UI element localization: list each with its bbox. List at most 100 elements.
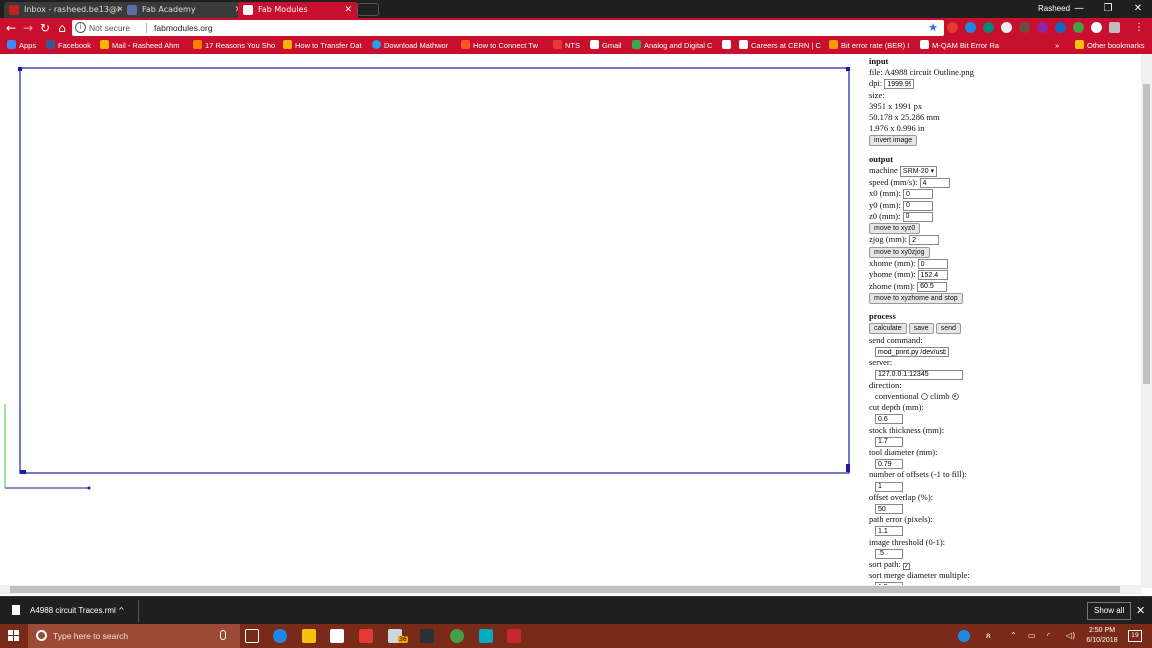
- tray-chevron-icon[interactable]: ⌃: [1010, 630, 1017, 642]
- bookmark-transfer-data[interactable]: How to Transfer Dat: [283, 38, 362, 54]
- help-icon[interactable]: [958, 630, 970, 642]
- reload-icon[interactable]: ↻: [37, 20, 53, 36]
- move-to-xy0zjog-button[interactable]: move to xy0zjog: [869, 246, 930, 258]
- taskbar-clock[interactable]: 2:50 PM 6/10/2018: [1082, 626, 1122, 646]
- wifi-icon[interactable]: ◜: [1047, 630, 1050, 642]
- app-icon[interactable]: [507, 629, 521, 643]
- address-bar[interactable]: i Not secure fabmodules.org ★: [72, 20, 944, 36]
- bookmark-blank[interactable]: [722, 38, 734, 54]
- toolpath-canvas[interactable]: [0, 54, 862, 588]
- bookmark-analog-digital[interactable]: Analog and Digital C: [632, 38, 712, 54]
- menu-dots-icon[interactable]: ⋮: [1131, 20, 1147, 36]
- vertical-scrollbar[interactable]: [1141, 54, 1152, 588]
- tab-fab-academy[interactable]: Fab Academy ✕: [122, 2, 248, 18]
- zjog-input[interactable]: [909, 235, 940, 246]
- abp-extension-icon[interactable]: [947, 22, 958, 33]
- server-input[interactable]: [875, 369, 963, 380]
- bookmark-apps[interactable]: Apps: [7, 38, 36, 54]
- cut-depth-input[interactable]: [875, 414, 903, 425]
- conventional-radio[interactable]: [921, 392, 929, 400]
- downloaded-file[interactable]: A4988 circuit Traces.rml: [30, 597, 116, 625]
- extension-icon[interactable]: [965, 22, 976, 33]
- z0-input[interactable]: [902, 211, 933, 222]
- bookmark-mathworks[interactable]: Download Mathwor: [372, 38, 448, 54]
- yhome-input[interactable]: [917, 270, 948, 281]
- microphone-icon[interactable]: [220, 630, 226, 640]
- bookmarks-more-chevron[interactable]: »: [1055, 38, 1059, 54]
- offset-overlap-input[interactable]: [875, 504, 903, 515]
- y0-input[interactable]: [903, 200, 933, 211]
- volume-icon[interactable]: ◁): [1066, 630, 1075, 642]
- bookmark-mqam[interactable]: M-QAM Bit Error Ra: [920, 38, 999, 54]
- save-button[interactable]: save: [908, 323, 934, 335]
- tab-fab-modules[interactable]: Fab Modules ✕: [238, 2, 358, 18]
- home-icon[interactable]: ⌂: [54, 20, 70, 36]
- extension-icon[interactable]: [1019, 22, 1030, 33]
- bookmark-other[interactable]: Other bookmarks: [1075, 38, 1145, 54]
- download-options-caret[interactable]: ^: [118, 597, 125, 625]
- bookmark-star-icon[interactable]: ★: [928, 20, 938, 36]
- minimize-icon[interactable]: —: [1069, 0, 1089, 18]
- notifications-icon[interactable]: 19: [1128, 630, 1142, 642]
- stock-thickness-input[interactable]: [875, 436, 903, 447]
- people-icon[interactable]: ጸ: [986, 630, 991, 642]
- url-text[interactable]: fabmodules.org: [154, 20, 213, 36]
- x0-input[interactable]: [903, 189, 933, 200]
- mail-extension-icon[interactable]: [1091, 22, 1102, 33]
- edge-icon[interactable]: [273, 629, 287, 643]
- move-to-xyz0-button[interactable]: move to xyz0: [869, 222, 921, 234]
- bookmark-mail[interactable]: Mail - Rasheed Ahm: [100, 38, 180, 54]
- bookmark-gmail[interactable]: Gmail: [590, 38, 622, 54]
- extension-icon[interactable]: [1001, 22, 1012, 33]
- task-view-icon[interactable]: [245, 629, 259, 643]
- close-icon[interactable]: ✕: [1136, 597, 1145, 625]
- bookmark-ber[interactable]: Bit error rate (BER) I: [829, 38, 909, 54]
- dpi-input[interactable]: [884, 79, 915, 90]
- offsets-input[interactable]: [875, 481, 903, 492]
- image-threshold-input[interactable]: [875, 548, 903, 559]
- forward-arrow-icon[interactable]: →: [20, 20, 36, 36]
- close-icon[interactable]: ✕: [344, 2, 352, 18]
- xhome-input[interactable]: [917, 259, 948, 270]
- chrome-icon[interactable]: [450, 629, 464, 643]
- invert-image-button[interactable]: invert image: [869, 135, 918, 147]
- show-all-button[interactable]: Show all: [1087, 602, 1132, 620]
- taskbar-search-box[interactable]: Type here to search: [28, 624, 240, 648]
- info-icon[interactable]: i: [75, 22, 86, 33]
- zhome-input[interactable]: [917, 281, 948, 292]
- extension-icon[interactable]: [1055, 22, 1066, 33]
- battery-icon[interactable]: ▭: [1028, 630, 1036, 642]
- send-button[interactable]: send: [935, 323, 961, 335]
- vertical-scroll-thumb[interactable]: [1143, 84, 1150, 384]
- sort-path-checkbox[interactable]: ✓: [903, 563, 910, 571]
- restore-icon[interactable]: ❐: [1098, 0, 1118, 18]
- app-icon[interactable]: [479, 629, 493, 643]
- new-tab-button[interactable]: [357, 3, 379, 16]
- extension-icon[interactable]: [1109, 22, 1120, 33]
- path-error-input[interactable]: [875, 526, 903, 537]
- calculate-button[interactable]: calculate: [869, 323, 907, 335]
- tab-inbox[interactable]: Inbox - rasheed.be13@i ✕: [4, 2, 130, 18]
- machine-select[interactable]: SRM-20 ▾: [899, 166, 938, 178]
- extension-icon[interactable]: [1037, 22, 1048, 33]
- horizontal-scroll-thumb[interactable]: [10, 586, 1120, 593]
- app-icon[interactable]: [359, 629, 373, 643]
- move-to-home-button[interactable]: move to xyzhome and stop: [869, 292, 963, 304]
- extension-icon[interactable]: [1073, 22, 1084, 33]
- store-icon[interactable]: [330, 629, 344, 643]
- send-command-input[interactable]: [875, 347, 949, 358]
- back-arrow-icon[interactable]: ←: [3, 20, 19, 36]
- bookmark-facebook[interactable]: Facebook: [46, 38, 91, 54]
- bookmark-nts[interactable]: NTS: [553, 38, 580, 54]
- file-explorer-icon[interactable]: [302, 629, 316, 643]
- profile-name[interactable]: Rasheed: [1038, 0, 1070, 18]
- climb-radio[interactable]: [951, 392, 959, 400]
- speed-input[interactable]: [919, 178, 950, 189]
- windows-start-icon[interactable]: [8, 630, 20, 642]
- extension-icon[interactable]: [983, 22, 994, 33]
- bookmark-17-reasons[interactable]: 17 Reasons You Sho: [193, 38, 275, 54]
- tool-diameter-input[interactable]: [875, 459, 903, 470]
- bookmark-cern[interactable]: Careers at CERN | C: [739, 38, 821, 54]
- window-close-icon[interactable]: ✕: [1128, 0, 1148, 18]
- bookmark-connect[interactable]: How to Connect Tw: [461, 38, 538, 54]
